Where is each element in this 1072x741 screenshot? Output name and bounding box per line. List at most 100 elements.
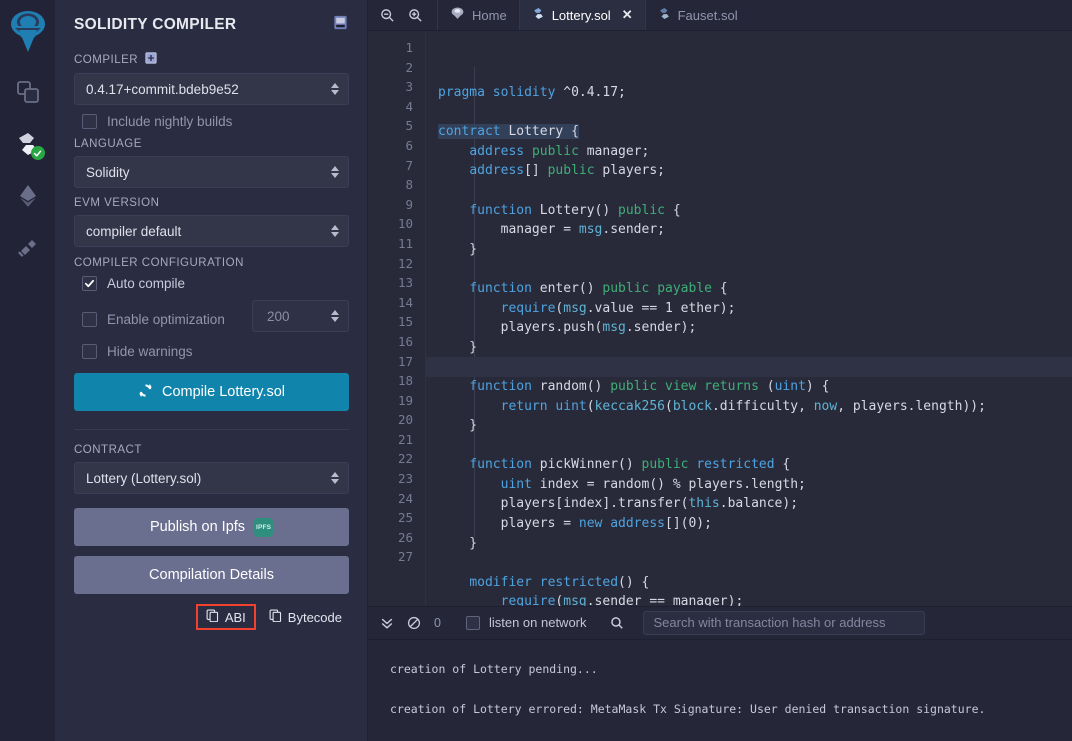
line-number-gutter: 1 2 3 4 5 6 7 8 9 10 11 12 13 14 15 16 17 18 19 20 21 22 23 24 2…	[368, 31, 426, 606]
code-line: players.push(msg.sender);	[438, 320, 697, 336]
icon-rail	[0, 0, 56, 741]
evm-version-select[interactable]: compiler default	[74, 215, 349, 247]
code-line: players[index].transfer(this.balance);	[438, 496, 799, 512]
solidity-compiler-panel: SOLIDITY COMPILER COMPILER 0.4.17+commit…	[56, 0, 368, 741]
line-number: 27	[397, 549, 413, 565]
line-number: 26	[397, 529, 413, 545]
code-line: uint index = random() % players.length;	[500, 476, 806, 492]
include-nightly-builds-checkbox[interactable]: Include nightly builds	[82, 114, 349, 129]
chevron-double-down-icon[interactable]	[380, 616, 394, 630]
listen-on-network-checkbox[interactable]: listen on network	[465, 615, 587, 631]
checkbox-label: Include nightly builds	[107, 114, 233, 129]
line-number: 13	[397, 275, 413, 291]
code-line: address[] public players;	[469, 163, 666, 179]
compiler-configuration-label: COMPILER CONFIGURATION	[74, 257, 244, 269]
code-line: players = new address[](0);	[438, 516, 712, 532]
editor-tab-bar: Home Lottery.sol ✕ Fauset.sol	[368, 0, 1072, 31]
line-number: 2	[405, 59, 413, 75]
copy-bytecode-label: Bytecode	[287, 609, 342, 625]
checkbox-box	[82, 312, 97, 327]
compilation-details-button[interactable]: Compilation Details	[74, 556, 349, 594]
sidebar-item-solidity-compiler[interactable]	[8, 122, 48, 166]
code-line	[426, 357, 1072, 377]
zoom-in-icon[interactable]	[408, 8, 423, 23]
line-number: 10	[397, 216, 413, 232]
solidity-icon	[532, 7, 545, 23]
compiler-section-label: COMPILER	[74, 52, 349, 67]
publish-button-label: Publish on Ipfs	[149, 519, 246, 535]
line-number: 22	[397, 451, 413, 467]
language-section-label: LANGUAGE	[74, 138, 142, 150]
tab-label: Lottery.sol	[551, 7, 611, 23]
code-line: function enter() public payable {	[469, 280, 728, 296]
book-icon[interactable]	[332, 14, 349, 36]
code-line: contract Lottery {	[438, 124, 579, 140]
solidity-icon	[658, 7, 671, 23]
panel-body: COMPILER 0.4.17+commit.bdeb9e52 Include …	[56, 46, 367, 638]
checkbox-box	[82, 114, 97, 129]
language-select[interactable]: Solidity	[74, 156, 349, 188]
compiler-version-select[interactable]: 0.4.17+commit.bdeb9e52	[74, 73, 349, 105]
line-number: 24	[397, 490, 413, 506]
code-editor[interactable]: 1 2 3 4 5 6 7 8 9 10 11 12 13 14 15 16 17 18 19 20 21 22 23 24 2…	[368, 31, 1072, 606]
sidebar-item-file-explorers[interactable]	[8, 70, 48, 114]
copy-actions-row: ABI Bytecode	[74, 604, 349, 630]
tab-home[interactable]: Home	[437, 0, 519, 30]
code-line: function random() public view returns (u…	[469, 378, 830, 394]
remix-ide-window: SOLIDITY COMPILER COMPILER 0.4.17+commit…	[0, 0, 1072, 741]
line-number: 23	[397, 471, 413, 487]
ban-icon[interactable]	[407, 616, 421, 630]
page-title: SOLIDITY COMPILER	[74, 16, 237, 33]
code-line: }	[438, 418, 478, 434]
code-line: manager = msg.sender;	[438, 222, 665, 238]
panel-divider	[74, 429, 349, 430]
ipfs-icon: IPFS	[254, 517, 274, 537]
auto-compile-checkbox[interactable]: Auto compile	[82, 276, 349, 291]
evm-version-section-label: EVM VERSION	[74, 197, 160, 209]
compile-button[interactable]: Compile Lottery.sol	[74, 373, 349, 411]
remix-logo-icon[interactable]	[6, 8, 50, 54]
publish-on-ipfs-button[interactable]: Publish on Ipfs IPFS	[74, 508, 349, 546]
remix-logo-icon	[450, 6, 465, 24]
line-number: 20	[397, 412, 413, 428]
terminal-toolbar: 0 listen on network	[368, 605, 1072, 640]
tab-lottery-sol[interactable]: Lottery.sol ✕	[518, 0, 645, 30]
enable-optimization-checkbox[interactable]: Enable optimization	[82, 312, 225, 327]
code-line: }	[438, 241, 478, 257]
contract-select[interactable]: Lottery (Lottery.sol)	[74, 462, 349, 494]
files-icon	[15, 79, 41, 105]
tab-fauset-sol[interactable]: Fauset.sol	[644, 0, 750, 30]
code-line: require(msg.sender == manager);	[500, 594, 744, 606]
checkbox-label: listen on network	[488, 615, 587, 631]
add-square-icon[interactable]	[145, 52, 157, 67]
code-line: address public manager;	[469, 143, 650, 159]
terminal-log-line: creation of Lottery pending...	[390, 661, 598, 676]
sidebar-item-plugin-manager[interactable]	[8, 226, 48, 270]
search-icon[interactable]	[610, 616, 624, 630]
main-area: Home Lottery.sol ✕ Fauset.sol 1 2 3 4 5 …	[368, 0, 1072, 741]
line-number: 16	[397, 333, 413, 349]
sidebar-item-deploy-run[interactable]	[8, 174, 48, 218]
ethereum-icon	[15, 183, 41, 209]
code-content[interactable]: pragma solidity ^0.4.17; contract Lotter…	[426, 31, 1072, 606]
terminal-search-input[interactable]	[642, 610, 925, 635]
checkbox-box	[82, 344, 97, 359]
copy-icon	[269, 609, 282, 625]
copy-abi-button[interactable]: ABI	[195, 604, 256, 630]
zoom-out-icon[interactable]	[380, 8, 395, 23]
terminal-output[interactable]: creation of Lottery pending... creation …	[368, 639, 1072, 741]
optimization-runs-stepper[interactable]: 200	[252, 300, 349, 332]
hide-warnings-checkbox[interactable]: Hide warnings	[82, 344, 349, 359]
close-icon[interactable]: ✕	[622, 7, 633, 23]
line-number: 14	[397, 294, 413, 310]
copy-bytecode-button[interactable]: Bytecode	[264, 606, 347, 628]
line-number: 8	[405, 177, 413, 193]
chevron-updown-icon	[331, 83, 339, 95]
chevron-updown-icon	[331, 166, 339, 178]
zoom-controls	[368, 0, 437, 30]
code-line: require(msg.value == 1 ether);	[500, 300, 736, 316]
line-number: 7	[405, 157, 413, 173]
tab-label: Home	[472, 7, 507, 23]
